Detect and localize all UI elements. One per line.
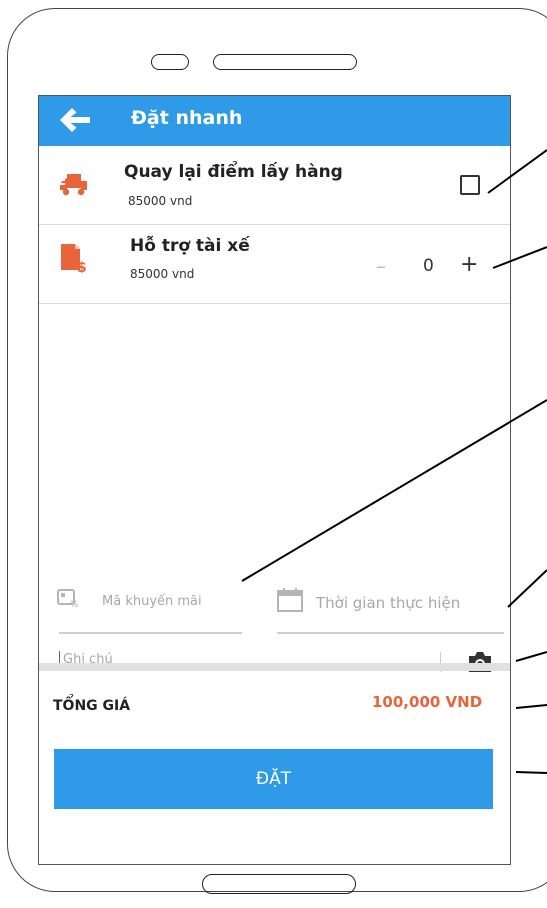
execution-time-placeholder: Thời gian thực hiện — [316, 594, 461, 612]
quantity-value: 0 — [423, 256, 434, 276]
return-checkbox[interactable] — [460, 175, 480, 195]
service-title: Quay lại điểm lấy hàng — [124, 162, 343, 182]
service-price: 85000 vnd — [130, 267, 195, 281]
back-arrow-icon[interactable] — [57, 105, 93, 135]
order-button[interactable]: ĐẶT — [54, 749, 493, 809]
calendar-icon — [277, 588, 303, 612]
service-title: Hỗ trợ tài xế — [130, 236, 250, 256]
total-value: 100,000 VND — [372, 693, 483, 711]
service-price: 85000 vnd — [128, 194, 193, 208]
delivery-truck-icon — [60, 174, 87, 196]
promo-code-placeholder: Mã khuyến mãi — [102, 594, 202, 609]
promo-underline — [59, 632, 242, 634]
decrement-button[interactable]: – — [376, 255, 386, 277]
phone-camera — [151, 54, 189, 70]
phone-home-button — [202, 874, 356, 894]
page-title: Đặt nhanh — [131, 107, 243, 129]
quantity-stepper[interactable]: – 0 + — [376, 254, 496, 279]
increment-button[interactable]: + — [460, 254, 478, 276]
service-row-driver-support: $ Hỗ trợ tài xế 85000 vnd – 0 + — [39, 225, 510, 304]
app-header: Đặt nhanh — [39, 96, 510, 146]
app-screen: Đặt nhanh Quay lại điểm lấy hàng 85000 v… — [38, 95, 511, 865]
driver-support-cost-icon: $ — [61, 244, 87, 273]
section-divider — [39, 663, 510, 671]
svg-text:%: % — [70, 600, 79, 608]
phone-speaker — [213, 54, 357, 70]
service-row-return: Quay lại điểm lấy hàng 85000 vnd — [39, 146, 510, 225]
total-label: TỔNG GIÁ — [53, 698, 131, 714]
time-underline — [277, 632, 504, 634]
coupon-icon: % — [57, 589, 79, 608]
svg-text:$: $ — [77, 260, 87, 273]
